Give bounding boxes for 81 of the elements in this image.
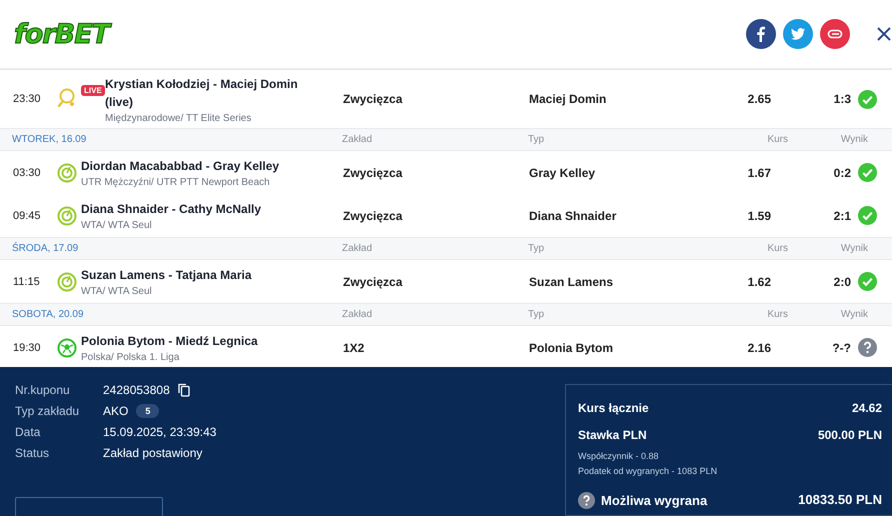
league-name: UTR Mężczyźni/ UTR PTT Newport Beach — [81, 177, 271, 188]
summary-label: Możliwa wygrana — [601, 493, 708, 508]
summary-value: 500.00 PLN — [818, 428, 882, 442]
pick-name: Maciej Domin — [529, 92, 608, 106]
column-header: Typ — [528, 134, 546, 145]
league-name: WTA/ WTA Seul — [81, 286, 153, 297]
summary-note: Współczynnik - 0.88 — [578, 451, 660, 461]
bet-type: Zwycięzca — [343, 274, 404, 288]
twitter-button[interactable] — [783, 19, 813, 49]
column-header: Zakład — [342, 309, 374, 320]
count-badge: 5 — [136, 404, 160, 418]
bet-type: 1X2 — [343, 340, 366, 354]
column-header: Wynik — [840, 243, 868, 254]
column-header: Kurs — [766, 134, 788, 145]
pick-name: Diana Shnaider — [529, 208, 618, 222]
odds-value: 1.67 — [746, 166, 771, 180]
info-value: AKO — [103, 404, 128, 418]
info-label: Nr.kuponu — [15, 383, 71, 397]
copy-icon[interactable] — [178, 383, 190, 397]
column-header: Zakład — [342, 243, 374, 254]
link-button[interactable] — [820, 19, 850, 49]
event-time: 09:45 — [13, 210, 42, 222]
odds-value: 1.59 — [746, 208, 771, 222]
pick-name: Gray Kelley — [529, 166, 596, 180]
summary-label: Stawka PLN — [578, 428, 647, 442]
tennis-ball-icon — [57, 206, 77, 226]
column-header: Kurs — [766, 243, 788, 254]
summary-value: 24.62 — [852, 401, 882, 415]
help-icon[interactable] — [578, 492, 595, 509]
event-time: 19:30 — [13, 342, 42, 354]
event-time: 11:15 — [13, 276, 41, 288]
event-time: 03:30 — [13, 166, 42, 178]
summary-value: 10833.50 PLN — [798, 492, 882, 509]
summary-note: Podatek od wygranych - 1083 PLN — [578, 466, 718, 476]
info-value: Zakład postawiony — [103, 446, 202, 460]
date-header: WTOREK, 16.09 — [12, 134, 88, 145]
league-name: Międzynarodowe/ TT Elite Series — [105, 112, 252, 124]
column-header: Typ — [528, 243, 546, 254]
table-tennis-icon — [57, 88, 77, 110]
logo: forBET — [14, 18, 110, 50]
summary-label: Kurs łącznie — [578, 401, 649, 415]
column-header: Wynik — [840, 309, 868, 320]
result-score: 0:2 — [832, 166, 851, 180]
odds-value: 1.62 — [746, 274, 771, 288]
column-header: Zakład — [342, 134, 374, 145]
pick-name: Suzan Lamens — [529, 274, 614, 288]
pick-name: Polonia Bytom — [529, 340, 614, 354]
league-name: Polska/ Polska 1. Liga — [81, 352, 180, 363]
column-header: Wynik — [840, 134, 868, 145]
odds-value: 2.65 — [746, 92, 771, 106]
tennis-ball-icon — [57, 162, 77, 182]
result-score: 1:3 — [832, 92, 851, 106]
match-name: Diana Shnaider - Cathy McNally — [81, 201, 262, 218]
info-label: Typ zakładu — [15, 404, 80, 418]
column-header: Typ — [528, 309, 546, 320]
live-badge: LIVE — [81, 85, 105, 96]
result-score: ?-? — [831, 340, 851, 354]
match-name: Krystian Kołodziej - Maciej Domin (live) — [105, 76, 299, 110]
bet-type: Zwycięzca — [343, 166, 404, 180]
result-score: 2:1 — [832, 208, 851, 222]
bet-type: Zwycięzca — [343, 208, 404, 222]
info-value: 15.09.2025, 23:39:43 — [103, 425, 216, 439]
info-value: 2428053808 — [103, 383, 170, 397]
odds-value: 2.16 — [746, 340, 771, 354]
event-time: 23:30 — [13, 93, 42, 105]
facebook-button[interactable] — [746, 19, 776, 49]
result-score: 2:0 — [832, 274, 851, 288]
date-header: SOBOTA, 20.09 — [12, 309, 85, 320]
football-icon — [57, 338, 77, 358]
twitter-icon — [790, 26, 806, 42]
column-header: Kurs — [766, 309, 788, 320]
bet-type: Zwycięzca — [343, 92, 404, 106]
info-label: Status — [15, 446, 50, 460]
outline-button[interactable] — [15, 497, 163, 516]
match-name: Suzan Lamens - Tatjana Maria — [81, 267, 253, 284]
match-name: Diordan Macababbad - Gray Kelley — [81, 158, 280, 175]
date-header: ŚRODA, 17.09 — [12, 243, 80, 254]
info-label: Data — [15, 425, 42, 439]
league-name: WTA/ WTA Seul — [81, 220, 153, 231]
match-name: Polonia Bytom - Miedź Legnica — [81, 333, 259, 350]
tennis-ball-icon — [57, 272, 77, 292]
